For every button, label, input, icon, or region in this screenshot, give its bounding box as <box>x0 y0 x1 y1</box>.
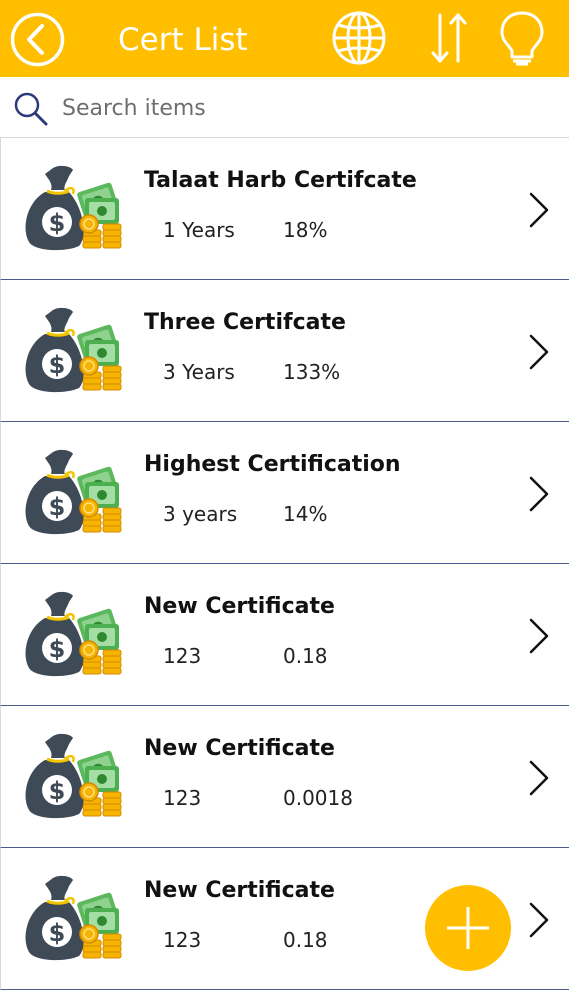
item-duration: 123 <box>163 928 202 952</box>
item-title: Talaat Harb Certifcate <box>144 168 417 193</box>
chevron-right-icon[interactable] <box>527 474 551 514</box>
item-duration: 123 <box>163 644 202 668</box>
svg-text:$: $ <box>49 635 66 663</box>
item-title: New Certificate <box>144 594 335 619</box>
page-title: Cert List <box>118 22 248 58</box>
lightbulb-icon[interactable] <box>496 9 548 67</box>
item-duration: 1 Years <box>163 218 235 242</box>
item-rate: 0.18 <box>283 644 328 668</box>
money-bag-icon: $ <box>25 875 122 961</box>
list-item[interactable]: $ Three Certifcate 3 Years 133% <box>0 280 569 422</box>
header-bar: Cert List <box>0 0 569 77</box>
item-title: Three Certifcate <box>144 310 346 335</box>
sort-icon[interactable] <box>424 9 474 67</box>
certificate-list: $ Talaat Harb Certifcate 1 Years 18% $ T… <box>0 138 569 990</box>
svg-text:$: $ <box>49 209 66 237</box>
svg-text:$: $ <box>49 351 66 379</box>
list-item[interactable]: $ New Certificate 123 0.18 <box>0 564 569 706</box>
search-input[interactable] <box>62 87 542 129</box>
item-rate: 18% <box>283 218 328 242</box>
chevron-right-icon[interactable] <box>527 190 551 230</box>
item-rate: 14% <box>283 502 328 526</box>
list-item[interactable]: $ Talaat Harb Certifcate 1 Years 18% <box>0 138 569 280</box>
chevron-right-icon[interactable] <box>527 616 551 656</box>
chevron-right-icon[interactable] <box>527 758 551 798</box>
money-bag-icon: $ <box>25 307 122 393</box>
item-duration: 3 Years <box>163 360 235 384</box>
svg-text:$: $ <box>49 777 66 805</box>
globe-icon[interactable] <box>330 9 388 67</box>
item-title: New Certificate <box>144 878 335 903</box>
money-bag-icon: $ <box>25 165 122 251</box>
chevron-right-icon[interactable] <box>527 900 551 940</box>
money-bag-icon: $ <box>25 733 122 819</box>
item-title: Highest Certification <box>144 452 401 477</box>
list-item[interactable]: $ Highest Certification 3 years 14% <box>0 422 569 564</box>
search-icon <box>14 92 48 126</box>
item-rate: 0.0018 <box>283 786 353 810</box>
item-duration: 123 <box>163 786 202 810</box>
item-duration: 3 years <box>163 502 238 526</box>
svg-text:$: $ <box>49 493 66 521</box>
back-button[interactable] <box>9 11 66 68</box>
search-bar <box>0 77 569 138</box>
money-bag-icon: $ <box>25 449 122 535</box>
add-button[interactable] <box>425 885 511 971</box>
item-rate: 0.18 <box>283 928 328 952</box>
item-rate: 133% <box>283 360 341 384</box>
money-bag-icon: $ <box>25 591 122 677</box>
chevron-right-icon[interactable] <box>527 332 551 372</box>
svg-text:$: $ <box>49 919 66 947</box>
list-item[interactable]: $ New Certificate 123 0.0018 <box>0 706 569 848</box>
item-title: New Certificate <box>144 736 335 761</box>
plus-icon <box>447 907 489 949</box>
